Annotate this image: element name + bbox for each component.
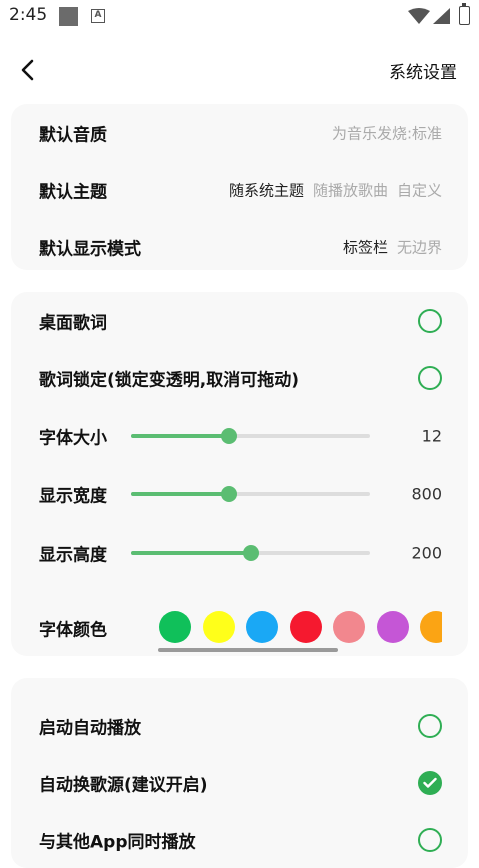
theme-option-custom[interactable]: 自定义 (397, 182, 442, 200)
display-width-slider-thumb[interactable] (220, 486, 237, 502)
font-size-value: 12 (421, 426, 442, 446)
auto-play-toggle[interactable] (418, 714, 442, 738)
font-size-slider[interactable] (131, 428, 370, 444)
theme-option-follow-song[interactable]: 随播放歌曲 (313, 182, 388, 200)
status-time: 2:45 (9, 5, 48, 25)
check-icon (423, 777, 437, 788)
font-size-label: 字体大小 (39, 428, 107, 449)
color-swatch[interactable] (376, 611, 409, 643)
display-width-value: 800 (411, 484, 442, 504)
default-theme-label: 默认主题 (39, 182, 107, 203)
mix-with-others-row[interactable]: 与其他App同时播放 (11, 812, 468, 868)
auto-switch-source-toggle[interactable] (418, 771, 442, 795)
display-mode-option-tabbar[interactable]: 标签栏 (343, 239, 388, 257)
default-theme-options: 随系统主题 随播放歌曲 自定义 (220, 180, 442, 201)
default-quality-row[interactable]: 默认音质 为音乐发烧:标准 (11, 105, 468, 161)
signal-icon (433, 8, 450, 24)
auto-play-label: 启动自动播放 (39, 718, 141, 739)
display-width-slider-fill (131, 492, 229, 496)
desktop-lyrics-row[interactable]: 桌面歌词 (11, 293, 468, 349)
display-height-value: 200 (411, 543, 442, 563)
font-color-row: 字体颜色 (11, 600, 468, 656)
color-swatch[interactable] (246, 611, 278, 643)
font-color-swatches[interactable] (157, 608, 442, 648)
font-size-slider-fill (131, 434, 229, 438)
mix-with-others-label: 与其他App同时播放 (39, 832, 196, 853)
battery-icon (459, 3, 470, 25)
desktop-lyrics-label: 桌面歌词 (39, 313, 107, 334)
auto-switch-source-row[interactable]: 自动换歌源(建议开启) (11, 755, 468, 811)
display-width-label: 显示宽度 (39, 486, 107, 507)
default-quality-label: 默认音质 (39, 125, 107, 146)
lyrics-lock-toggle[interactable] (418, 366, 442, 390)
display-width-slider[interactable] (131, 486, 370, 502)
display-height-label: 显示高度 (39, 545, 107, 566)
display-mode-options: 标签栏 无边界 (334, 237, 442, 258)
color-swatch[interactable] (333, 611, 365, 643)
back-button[interactable] (14, 56, 42, 84)
wifi-icon (408, 8, 430, 24)
default-display-mode-row: 默认显示模式 标签栏 无边界 (11, 219, 468, 275)
color-swatch[interactable] (159, 611, 191, 643)
font-size-row: 字体大小 12 (11, 408, 468, 464)
page-title: 系统设置 (389, 63, 457, 83)
display-width-row: 显示宽度 800 (11, 466, 468, 522)
font-color-scrollbar[interactable] (158, 648, 338, 652)
lyrics-lock-label: 歌词锁定(锁定变透明,取消可拖动) (39, 370, 299, 391)
display-height-slider[interactable] (131, 545, 370, 561)
notification-square-icon (59, 7, 78, 26)
playback-settings-card: 启动自动播放 自动换歌源(建议开启) 与其他App同时播放 (11, 678, 468, 868)
status-bar: 2:45 A (0, 0, 479, 34)
default-theme-row: 默认主题 随系统主题 随播放歌曲 自定义 (11, 162, 468, 218)
default-quality-value[interactable]: 为音乐发烧:标准 (332, 123, 442, 144)
color-swatch[interactable] (289, 611, 322, 643)
font-color-label: 字体颜色 (39, 620, 107, 641)
auto-switch-source-label: 自动换歌源(建议开启) (39, 775, 208, 796)
color-swatch[interactable] (202, 611, 235, 643)
display-height-slider-fill (131, 551, 251, 555)
notification-a-icon: A (91, 9, 105, 23)
default-display-mode-label: 默认显示模式 (39, 239, 141, 260)
color-swatch[interactable] (420, 611, 442, 643)
auto-play-row[interactable]: 启动自动播放 (11, 698, 468, 754)
chevron-left-icon (21, 59, 34, 81)
lyrics-lock-row[interactable]: 歌词锁定(锁定变透明,取消可拖动) (11, 350, 468, 406)
desktop-lyrics-toggle[interactable] (418, 309, 442, 333)
top-bar: 系统设置 (0, 44, 479, 96)
theme-option-follow-system[interactable]: 随系统主题 (229, 182, 304, 200)
display-mode-option-borderless[interactable]: 无边界 (397, 239, 442, 257)
display-height-row: 显示高度 200 (11, 525, 468, 581)
display-height-slider-thumb[interactable] (242, 545, 259, 561)
font-size-slider-thumb[interactable] (220, 428, 237, 444)
lyrics-settings-card: 桌面歌词 歌词锁定(锁定变透明,取消可拖动) 字体大小 12 显示宽度 800 … (11, 292, 468, 656)
default-settings-card: 默认音质 为音乐发烧:标准 默认主题 随系统主题 随播放歌曲 自定义 默认显示模式 … (11, 104, 468, 270)
mix-with-others-toggle[interactable] (418, 828, 442, 852)
